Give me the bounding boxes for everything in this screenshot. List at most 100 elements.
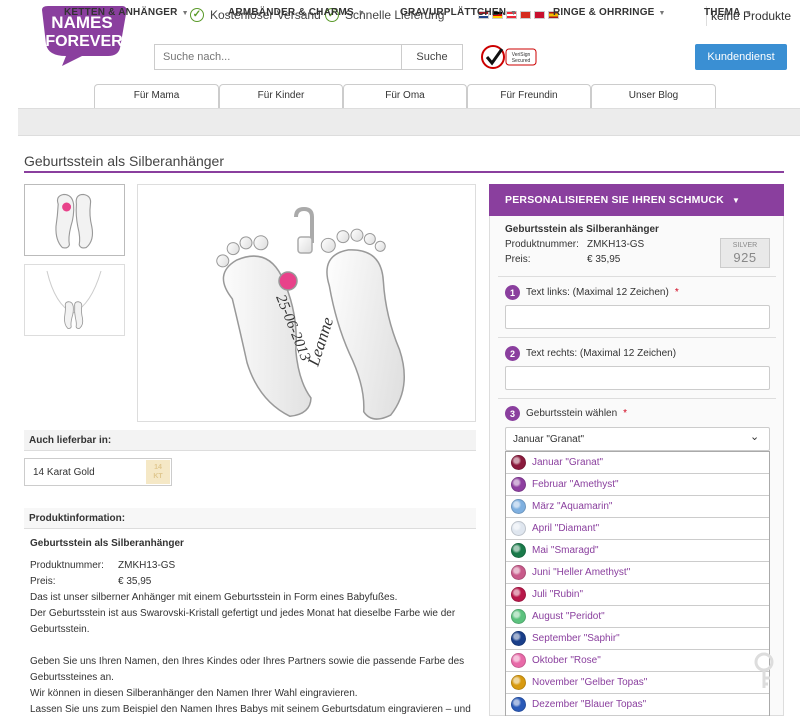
thumbnail-feet[interactable] xyxy=(24,184,125,256)
verisign-secured-badge: VeriSign Secured xyxy=(480,44,538,70)
product-info-p4: Wir können in diesen Silberanhänger den … xyxy=(30,688,358,699)
product-info-p2: Der Geburtsstein ist aus Swarovski-Krist… xyxy=(30,608,456,635)
step-1-number: 1 xyxy=(505,285,520,300)
birthstone-option-label: Mai "Smaragd" xyxy=(532,545,599,556)
birthstone-option-label: Oktober "Rose" xyxy=(532,655,601,666)
flag-dk-icon[interactable] xyxy=(534,11,545,19)
birthstone-option[interactable]: September "Saphir" xyxy=(506,628,769,650)
search-button[interactable]: Suche xyxy=(401,44,463,70)
divider xyxy=(498,398,776,399)
gold-14kt-badge: 14 KT xyxy=(146,460,170,484)
engraving-name: Leanne xyxy=(303,314,337,369)
tab-fuer-mama[interactable]: Für Mama xyxy=(94,84,219,108)
nav-ringe[interactable]: RINGE & OHRRINGE ▼ xyxy=(553,7,666,18)
product-info: Geburtsstein als Silberanhänger Produktn… xyxy=(30,536,474,716)
birthstone-option-label: März "Aquamarin" xyxy=(532,501,613,512)
nav-gravurplaettchen[interactable]: GRAVURPLÄTTCHEN ▼ xyxy=(400,7,517,18)
tab-fuer-kinder[interactable]: Für Kinder xyxy=(219,84,343,108)
birthstone-option[interactable]: Dezember "Blauer Topas" xyxy=(506,694,769,716)
birthstone-option[interactable]: Oktober "Rose" xyxy=(506,650,769,672)
gem-icon xyxy=(511,477,526,492)
divider xyxy=(498,337,776,338)
chevron-down-icon[interactable]: ⌄ xyxy=(750,430,759,443)
product-info-heading: Produktinformation: xyxy=(24,508,476,529)
search-input[interactable] xyxy=(154,44,402,70)
text-left-input[interactable] xyxy=(505,305,770,329)
birthstone-option-label: Dezember "Blauer Topas" xyxy=(532,699,647,710)
product-info-p3: Geben Sie uns Ihren Namen, den Ihres Kin… xyxy=(30,656,465,683)
birthstone-option[interactable]: März "Aquamarin" xyxy=(506,496,769,518)
birthstone-option-label: Juni "Heller Amethyst" xyxy=(532,567,631,578)
nav-ketten[interactable]: KETTEN & ANHÄNGER ▼ xyxy=(64,7,189,18)
step-2-text: Text rechts: (Maximal 12 Zeichen) xyxy=(526,348,677,359)
personalize-header[interactable]: PERSONALISIEREN SIE IHREN SCHMUCK ▼ xyxy=(489,184,784,216)
text-right-input[interactable] xyxy=(505,366,770,390)
personalize-price-label: Preis: xyxy=(505,254,531,265)
caret-down-icon: ▼ xyxy=(658,10,666,17)
gem-icon xyxy=(511,565,526,580)
product-info-price-label: Preis: xyxy=(30,576,56,587)
personalize-header-label: PERSONALISIEREN SIE IHREN SCHMUCK xyxy=(505,194,724,206)
product-info-number-label: Produktnummer: xyxy=(30,560,104,571)
customer-service-button[interactable]: Kundendienst xyxy=(695,44,787,70)
step-1-label: 1 Text links: (Maximal 12 Zeichen) * xyxy=(505,285,679,300)
secured-line2: Secured xyxy=(512,58,531,64)
personalize-product-name: Geburtsstein als Silberanhänger xyxy=(505,224,659,235)
nav-armbaender[interactable]: ARMBÄNDER & CHARMS ▼ xyxy=(228,7,365,18)
birthstone-dropdown: Januar "Granat" Februar "Amethyst" März "A… xyxy=(505,451,770,716)
birthstone-option[interactable]: Februar "Amethyst" xyxy=(506,474,769,496)
tab-unser-blog[interactable]: Unser Blog xyxy=(591,84,716,108)
birthstone-option-label: September "Saphir" xyxy=(532,633,620,644)
birthstone-option[interactable]: Juli "Rubin" xyxy=(506,584,769,606)
main-navigation xyxy=(18,108,800,136)
step-3-label: 3 Geburtsstein wählen * xyxy=(505,406,627,421)
personalize-price-row: Preis: € 35,95 xyxy=(505,254,620,265)
birthstone-option[interactable]: April "Diamant" xyxy=(506,518,769,540)
personalize-number-row: Produktnummer: ZMKH13-GS xyxy=(505,239,644,250)
birthstone-option[interactable]: November "Gelber Topas" xyxy=(506,672,769,694)
birthstone-option[interactable]: Mai "Smaragd" xyxy=(506,540,769,562)
product-info-p5: Lassen Sie uns zum Beispiel den Namen Ih… xyxy=(30,704,471,715)
nav-thema[interactable]: THEMA ▼ xyxy=(704,7,752,18)
nav-gravurplaettchen-label: GRAVURPLÄTTCHEN xyxy=(400,7,507,18)
step-2-number: 2 xyxy=(505,346,520,361)
birthstone-option[interactable]: August "Peridot" xyxy=(506,606,769,628)
caret-down-icon: ▼ xyxy=(510,10,518,17)
tab-fuer-oma[interactable]: Für Oma xyxy=(343,84,467,108)
birthstone-option[interactable]: Juni "Heller Amethyst" xyxy=(506,562,769,584)
page-title: Geburtsstein als Silberanhänger xyxy=(24,153,225,169)
birthstone-option-label: Juli "Rubin" xyxy=(532,589,584,600)
birthstone-option-label: April "Diamant" xyxy=(532,523,600,534)
silver-925-badge: SILVER 925 xyxy=(720,238,770,268)
step-2-label: 2 Text rechts: (Maximal 12 Zeichen) xyxy=(505,346,676,361)
silver-number: 925 xyxy=(733,250,757,265)
gem-icon xyxy=(511,653,526,668)
product-info-name: Geburtsstein als Silberanhänger xyxy=(30,538,184,549)
gem-icon xyxy=(511,697,526,712)
personalize-price: € 35,95 xyxy=(587,254,621,265)
flag-ch-icon[interactable] xyxy=(520,11,531,19)
step-3-text: Geburtsstein wählen xyxy=(526,408,618,419)
gem-icon xyxy=(511,455,526,470)
tab-fuer-freundin[interactable]: Für Freundin xyxy=(467,84,591,108)
title-divider xyxy=(24,171,784,173)
thumbnail-chain[interactable] xyxy=(24,264,125,336)
birthstone-select[interactable]: Januar "Granat" xyxy=(505,427,770,451)
divider xyxy=(498,276,776,277)
nav-armbaender-label: ARMBÄNDER & CHARMS xyxy=(228,7,354,18)
watermark-icon xyxy=(752,648,792,698)
personalize-number: ZMKH13-GS xyxy=(587,239,645,250)
step-3-number: 3 xyxy=(505,406,520,421)
birthstone-gem xyxy=(278,271,298,291)
gold-badge-bottom: KT xyxy=(153,473,163,480)
birthstone-option-label: November "Gelber Topas" xyxy=(532,677,648,688)
birthstone-option-label: Januar "Granat" xyxy=(532,457,604,468)
nav-ringe-label: RINGE & OHRRINGE xyxy=(553,7,655,18)
product-info-p1: Das ist unser silberner Anhänger mit ein… xyxy=(30,592,398,603)
personalize-number-label: Produktnummer: xyxy=(505,239,579,250)
gem-icon xyxy=(511,543,526,558)
caret-down-icon: ▼ xyxy=(181,10,189,17)
gem-icon xyxy=(511,587,526,602)
gold-badge-top: 14 xyxy=(154,464,162,471)
birthstone-option[interactable]: Januar "Granat" xyxy=(506,452,769,474)
